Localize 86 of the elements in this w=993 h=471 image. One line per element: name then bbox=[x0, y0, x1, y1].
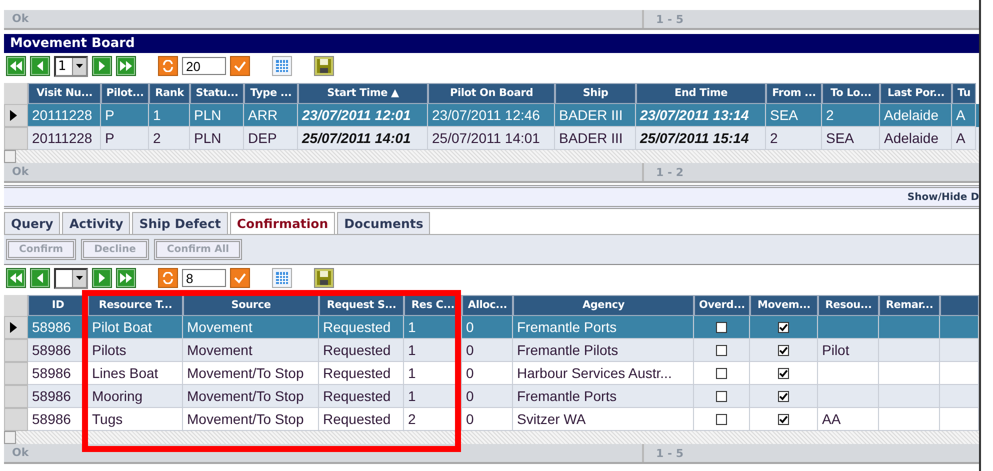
record-range: 1 - 5 bbox=[655, 12, 684, 26]
status-message: Ok bbox=[4, 163, 644, 181]
refresh-button[interactable] bbox=[158, 268, 178, 288]
columns-button[interactable] bbox=[272, 268, 292, 288]
refresh-icon bbox=[162, 60, 174, 72]
column-header[interactable]: Request S... bbox=[319, 295, 404, 316]
column-header[interactable]: Source bbox=[183, 295, 319, 316]
horizontal-scrollbar[interactable] bbox=[4, 150, 979, 163]
current-row-icon bbox=[10, 110, 17, 121]
column-header[interactable]: Remar... bbox=[879, 295, 940, 316]
caret-icon bbox=[76, 64, 83, 68]
row-header[interactable] bbox=[4, 316, 28, 339]
column-header[interactable]: Resource T... bbox=[88, 295, 183, 316]
show-hide-link[interactable]: Show/Hide D bbox=[907, 192, 979, 202]
tab[interactable]: Documents bbox=[337, 212, 430, 234]
previous-page-button[interactable] bbox=[30, 268, 50, 288]
save-button[interactable] bbox=[314, 268, 334, 288]
panel-title: Movement Board bbox=[4, 34, 979, 53]
header-filler bbox=[940, 295, 979, 316]
checkmark-icon bbox=[234, 60, 246, 72]
record-range: 1 - 5 bbox=[655, 446, 684, 460]
checkbox[interactable] bbox=[778, 344, 789, 356]
next-page-button[interactable] bbox=[92, 268, 112, 288]
double-arrow-right-icon bbox=[119, 271, 133, 285]
first-page-button[interactable] bbox=[6, 268, 26, 288]
checkbox[interactable] bbox=[716, 344, 727, 356]
header-corner bbox=[4, 295, 28, 316]
column-header[interactable]: Tu bbox=[952, 83, 976, 104]
grid-icon bbox=[275, 59, 289, 73]
current-row-icon bbox=[10, 322, 17, 333]
refresh-icon bbox=[162, 272, 174, 284]
checkbox[interactable] bbox=[778, 368, 789, 378]
record-range: 1 - 2 bbox=[655, 166, 684, 178]
checkbox[interactable] bbox=[716, 414, 727, 424]
column-header[interactable]: Last Por... bbox=[880, 83, 952, 104]
status-message: Ok bbox=[4, 444, 644, 462]
double-arrow-left-icon bbox=[9, 271, 23, 285]
grid-icon bbox=[275, 271, 289, 285]
last-page-button[interactable] bbox=[116, 56, 136, 76]
double-arrow-left-icon bbox=[9, 59, 23, 73]
column-header[interactable]: From ... bbox=[766, 83, 822, 104]
column-header[interactable]: Movem... bbox=[750, 295, 818, 316]
page-dropdown[interactable]: 1 bbox=[54, 56, 88, 76]
first-page-button[interactable] bbox=[6, 56, 26, 76]
column-header[interactable]: End Time bbox=[636, 83, 766, 104]
tab[interactable]: Confirmation bbox=[230, 212, 336, 234]
save-button[interactable] bbox=[314, 56, 334, 76]
refresh-button[interactable] bbox=[158, 56, 178, 76]
column-header[interactable]: Type ... bbox=[244, 83, 298, 104]
page-size-field[interactable]: 8 bbox=[182, 269, 226, 287]
apply-button[interactable] bbox=[230, 56, 250, 76]
page-dropdown[interactable] bbox=[54, 268, 88, 288]
column-header[interactable]: Overd... bbox=[694, 295, 750, 316]
checkmark-icon bbox=[234, 272, 246, 284]
apply-button[interactable] bbox=[230, 268, 250, 288]
columns-button[interactable] bbox=[272, 56, 292, 76]
column-header[interactable]: Visit Nu... bbox=[28, 83, 101, 104]
column-header[interactable]: Rank bbox=[149, 83, 190, 104]
checkbox[interactable] bbox=[716, 322, 727, 332]
column-header[interactable]: To Lo... bbox=[822, 83, 880, 104]
tab[interactable]: Query bbox=[4, 212, 60, 234]
checkbox[interactable] bbox=[716, 390, 727, 402]
checkbox[interactable] bbox=[778, 390, 789, 402]
column-header[interactable]: Alloc... bbox=[462, 295, 513, 316]
tab[interactable]: Activity bbox=[62, 212, 130, 234]
next-page-button[interactable] bbox=[92, 56, 112, 76]
column-header[interactable]: Start Time ▲ bbox=[298, 83, 428, 104]
column-header[interactable]: Resou... bbox=[818, 295, 879, 316]
previous-page-button[interactable] bbox=[30, 56, 50, 76]
checkbox[interactable] bbox=[716, 368, 727, 378]
tab[interactable]: Ship Defect bbox=[132, 212, 228, 234]
column-header[interactable]: Pilot On Board bbox=[428, 83, 555, 104]
page-size-field[interactable]: 20 bbox=[182, 57, 226, 75]
status-message: Ok bbox=[4, 10, 644, 28]
horizontal-scrollbar[interactable] bbox=[4, 431, 979, 444]
column-header[interactable]: Agency bbox=[513, 295, 694, 316]
column-header[interactable]: Statu... bbox=[190, 83, 244, 104]
checkbox[interactable] bbox=[778, 414, 789, 424]
row-header[interactable] bbox=[4, 104, 28, 127]
last-page-button[interactable] bbox=[116, 268, 136, 288]
header-corner bbox=[4, 83, 28, 104]
checkbox[interactable] bbox=[778, 322, 789, 332]
column-header[interactable]: Pilot... bbox=[101, 83, 149, 104]
column-header[interactable]: Ship bbox=[555, 83, 636, 104]
caret-icon bbox=[76, 276, 83, 280]
double-arrow-right-icon bbox=[119, 59, 133, 73]
